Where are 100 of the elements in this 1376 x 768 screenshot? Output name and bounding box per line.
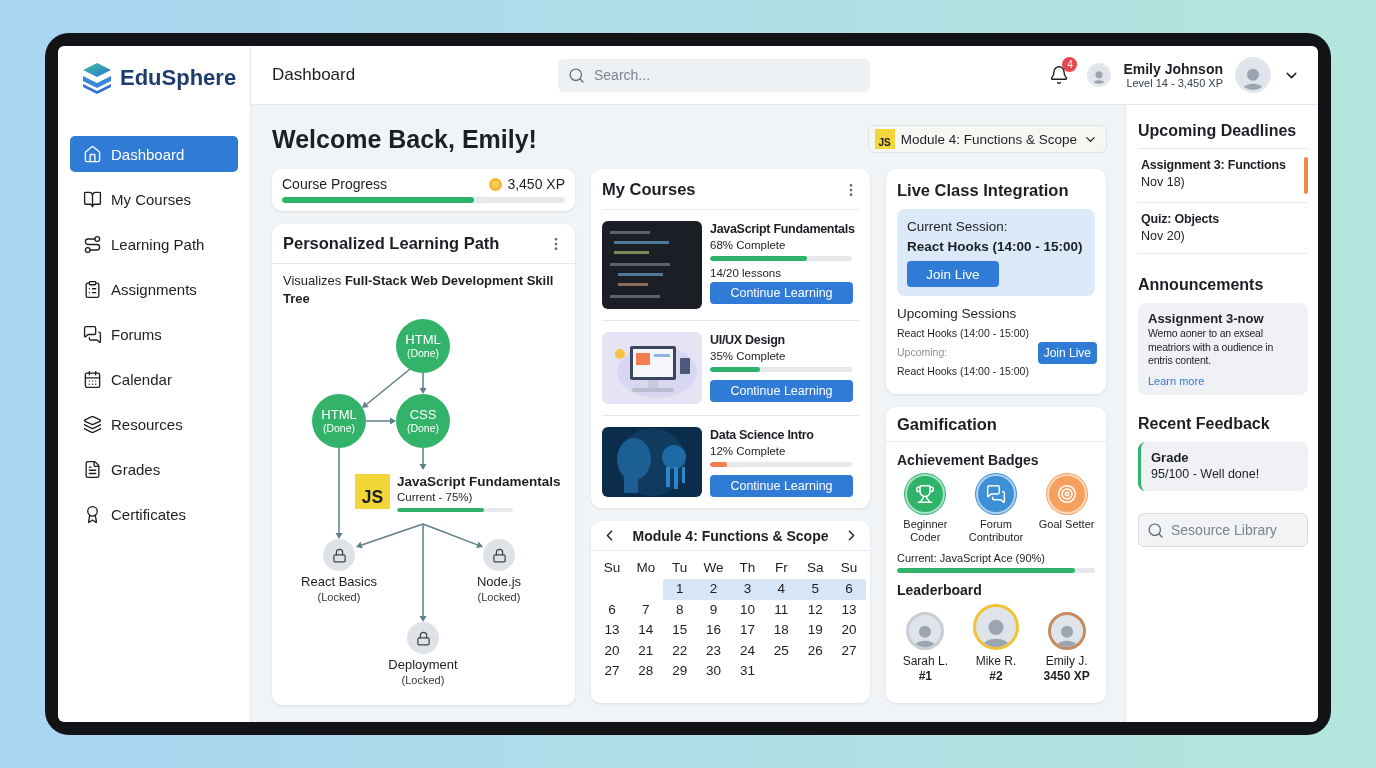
calendar-day[interactable]: 23 (696, 640, 731, 661)
avatar[interactable] (973, 604, 1019, 650)
calendar-day[interactable]: 20 (832, 620, 866, 641)
chat-icon (83, 324, 102, 344)
player-name: Sarah L. (902, 654, 948, 669)
player-rank: #1 (918, 669, 932, 684)
calendar-day[interactable]: 20 (595, 640, 629, 661)
coin-icon (489, 177, 503, 191)
book-icon (83, 189, 102, 209)
lock-icon (483, 539, 515, 571)
calendar-day[interactable]: 24 (730, 640, 765, 661)
calendar-day[interactable]: 11 (764, 599, 799, 620)
calendar-day[interactable]: 5 (798, 579, 833, 600)
nav-item[interactable]: My Courses (70, 181, 238, 217)
chat-badge[interactable] (976, 474, 1016, 514)
js-logo: JS (874, 129, 895, 149)
player-name: Mike R. (975, 654, 1017, 669)
node-label: Deployment (388, 657, 458, 673)
course-title: UI/UX Design (710, 332, 786, 349)
continue-button[interactable]: Continue Learning (710, 380, 853, 402)
xp-value: 3,450 XP (507, 176, 565, 192)
join-live-button[interactable]: Join Live (1037, 341, 1097, 364)
calendar-day[interactable]: 26 (798, 640, 833, 661)
continue-button[interactable]: Continue Learning (710, 475, 853, 497)
calendar-day[interactable]: 3 (730, 579, 765, 600)
section-title: Announcements (1138, 276, 1265, 294)
calendar-day[interactable]: 30 (696, 661, 731, 682)
search-field[interactable]: Sesource Library (1138, 512, 1308, 547)
calendar-day[interactable]: 28 (628, 661, 663, 682)
layers-icon (83, 414, 102, 434)
calendar-day[interactable]: 6 (595, 599, 629, 620)
calendar-day[interactable]: 12 (798, 599, 833, 620)
join-live-button[interactable]: Join Live (907, 261, 999, 287)
calendar-day[interactable]: 14 (628, 620, 663, 641)
search-icon (1147, 521, 1164, 539)
node-status: (Locked) (401, 673, 445, 687)
calendar-day[interactable]: 17 (730, 620, 765, 641)
deadline-title: Quiz: Objects (1141, 211, 1219, 228)
calendar-day[interactable]: 29 (662, 661, 697, 682)
connector-arrow (365, 417, 396, 425)
weekday-label: Su (602, 559, 622, 577)
badge-progress-label: Current: JavaScript Ace (90%) (896, 551, 1046, 566)
calendar-day[interactable]: 4 (764, 579, 799, 600)
connector-arrow (419, 372, 427, 394)
deadline-date: Nov 18) (1141, 174, 1186, 191)
feedback-text: 95/100 - Well done! (1151, 465, 1261, 483)
nav-item[interactable]: Resources (70, 406, 238, 442)
node-status: Current - 75%) (397, 490, 474, 505)
node-label: Node.js (476, 574, 522, 590)
calendar-day[interactable]: 18 (764, 620, 799, 641)
calendar-day[interactable]: 13 (595, 620, 629, 641)
course-title: Data Science Intro (710, 427, 815, 444)
connector-arrow (419, 447, 427, 470)
calendar-icon (83, 369, 102, 389)
feedback-title: Grade (1151, 449, 1190, 466)
calendar-day[interactable]: 25 (764, 640, 799, 661)
calendar-day[interactable]: 13 (832, 599, 866, 620)
card-title: My Courses (602, 180, 696, 199)
nav-item[interactable]: Learning Path (70, 226, 238, 262)
calendar-day[interactable]: 10 (730, 599, 765, 620)
selected-week[interactable]: 1 2 3 4 5 6 (662, 579, 866, 600)
calendar-day[interactable]: 27 (595, 661, 629, 682)
search-field[interactable]: Search... (558, 58, 870, 92)
progress-label: Course Progress (282, 176, 388, 192)
calendar-day[interactable]: 7 (628, 599, 663, 620)
lesson-count: 14/20 lessons (710, 267, 782, 279)
calendar-day[interactable]: 22 (662, 640, 697, 661)
node-status: (Done) (406, 422, 440, 435)
nav-item[interactable]: Certificates (70, 496, 238, 532)
card-title: Personalized Learning Path (283, 234, 500, 253)
description: Visualizes Full-Stack Web Development Skill Tree (282, 272, 555, 308)
nav-item[interactable]: Grades (70, 451, 238, 487)
calendar-day[interactable]: 15 (662, 620, 697, 641)
target-badge[interactable] (1046, 474, 1087, 514)
nav-item[interactable]: Calendar (70, 361, 238, 397)
calendar-day[interactable]: 9 (696, 599, 731, 620)
calendar-title: Module 4: Functions & Scope (632, 527, 829, 544)
calendar-day[interactable]: 16 (696, 620, 731, 641)
trophy-badge[interactable] (905, 474, 946, 514)
calendar-day[interactable]: 8 (662, 599, 697, 620)
calendar-day[interactable]: 19 (798, 620, 833, 641)
node-label: HTML (405, 332, 441, 347)
calendar-day[interactable]: 6 (832, 579, 866, 600)
deadline-title: Assignment 3: Functions (1141, 157, 1286, 174)
node-label: HTML (321, 407, 357, 422)
learn-more-link[interactable]: Learn more (1148, 374, 1298, 387)
calendar-day[interactable]: 21 (628, 640, 663, 661)
nav-item[interactable]: Assignments (70, 271, 238, 307)
calendar-day[interactable]: 27 (832, 640, 866, 661)
calendar-day[interactable]: 1 (662, 579, 697, 600)
calendar-day[interactable]: 31 (730, 661, 765, 682)
nav-item[interactable]: Dashboard (70, 136, 238, 172)
nav-item[interactable]: Forums (70, 316, 238, 352)
player-rank: 3450 XP (1043, 669, 1090, 684)
avatar[interactable] (906, 612, 945, 650)
document-icon (83, 459, 102, 479)
calendar-day[interactable]: 2 (696, 579, 731, 600)
continue-button[interactable]: Continue Learning (710, 282, 853, 304)
avatar[interactable] (1047, 612, 1086, 650)
module-dropdown[interactable]: JS Module 4: Functions & Scope (867, 125, 1107, 153)
